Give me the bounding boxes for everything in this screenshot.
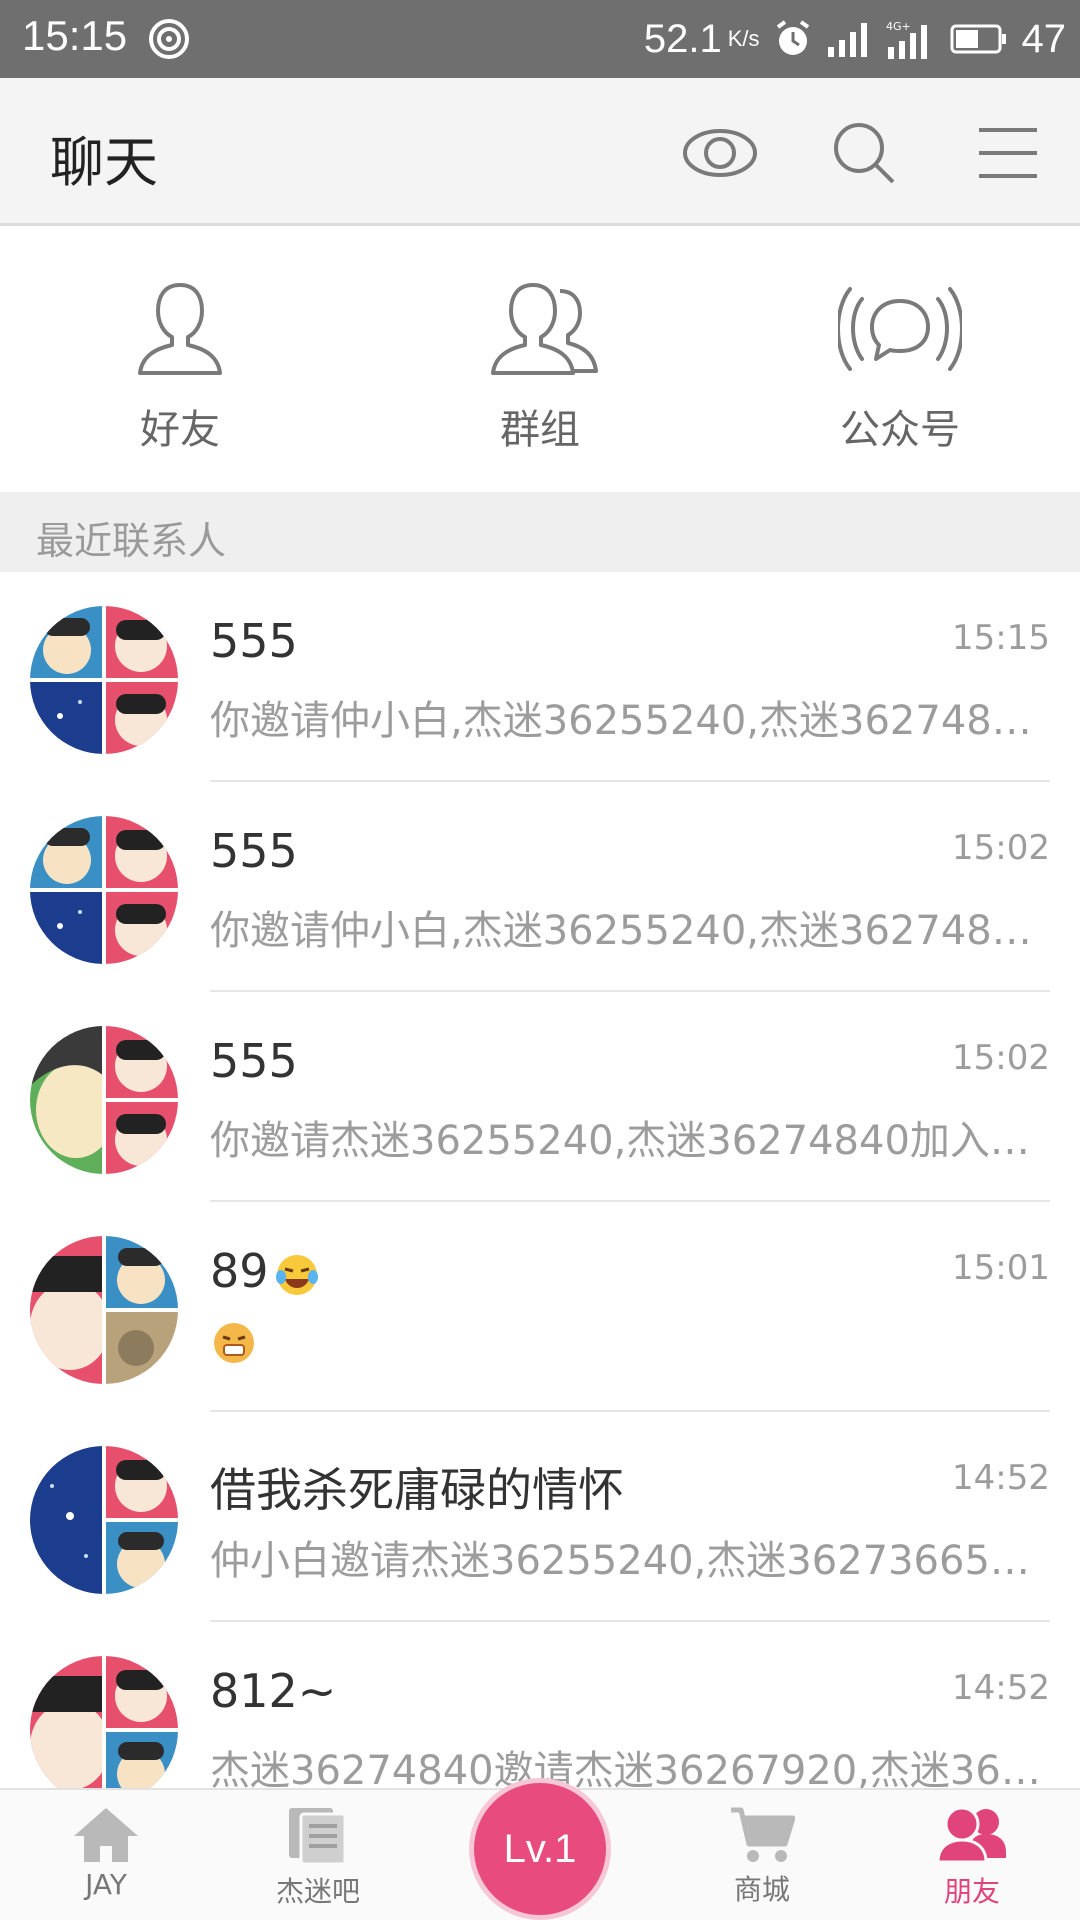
nav-jay[interactable]: JAY: [16, 1790, 196, 1920]
battery-level: 47: [1021, 16, 1067, 61]
quick-entries: 好友 群组 公众号: [0, 229, 1080, 491]
chat-name: 借我杀死庸碌的情怀: [210, 1463, 624, 1517]
chat-row[interactable]: 555 15:15 你邀请仲小白,杰迷36255240,杰迷36274840加入…: [0, 572, 1080, 782]
chat-time: 15:02: [952, 828, 1050, 868]
signal-icon: [827, 23, 867, 57]
chat-name: 555: [210, 614, 298, 668]
chat-name: 555: [210, 824, 298, 878]
group-avatar: [30, 1026, 178, 1174]
level-button[interactable]: Lv.1: [469, 1778, 611, 1920]
chat-row[interactable]: 812~ 14:52 杰迷36274840邀请杰迷36267920,杰迷3629…: [0, 1622, 1080, 1788]
level-label: Lv.1: [503, 1826, 577, 1871]
hotspot-icon: [149, 19, 189, 59]
network-speed: 52.1: [643, 16, 722, 61]
document-icon: [289, 1808, 347, 1866]
chat-row[interactable]: 借我杀死庸碌的情怀 14:52 仲小白邀请杰迷36255240,杰迷362736…: [0, 1412, 1080, 1622]
chat-preview: 仲小白邀请杰迷36255240,杰迷36273665加入了群聊: [210, 1538, 1050, 1584]
cart-icon: [731, 1807, 795, 1862]
recent-contacts-header: 最近联系人: [0, 492, 1080, 572]
chat-row[interactable]: 89 15:01: [0, 1202, 1080, 1412]
search-button[interactable]: [824, 118, 904, 188]
nav-friends[interactable]: 朋友: [882, 1790, 1062, 1920]
group-avatar: [30, 1236, 178, 1384]
nav-fans-bar-label: 杰迷吧: [275, 1875, 360, 1908]
chat-name: 555: [210, 1034, 298, 1088]
chat-preview: 你邀请杰迷36255240,杰迷36274840加入了群聊: [210, 1118, 1050, 1164]
page-title: 聊天: [50, 131, 158, 194]
chat-time: 14:52: [952, 1458, 1050, 1498]
crying-laughing-emoji: [275, 1254, 318, 1295]
chat-row[interactable]: 555 15:02 你邀请仲小白,杰迷36255240,杰迷36274840加入…: [0, 782, 1080, 992]
status-bar: 15:15 52.1 K/s 4G+ 47: [0, 0, 1080, 78]
nav-jay-label: JAY: [85, 1868, 127, 1901]
home-icon: [74, 1808, 138, 1862]
4g-signal-icon: 4G+: [886, 20, 927, 59]
official-accounts-entry[interactable]: 公众号: [800, 279, 1000, 455]
group-avatar: [30, 606, 178, 754]
battery-icon: [950, 24, 1006, 54]
search-icon: [834, 123, 895, 184]
friends-label: 好友: [140, 407, 220, 453]
group-avatar: [30, 1656, 178, 1788]
app-header: 聊天: [0, 78, 1080, 226]
nav-mall-label: 商城: [733, 1873, 790, 1906]
chat-time: 15:15: [952, 618, 1050, 658]
nav-fans-bar[interactable]: 杰迷吧: [228, 1790, 408, 1920]
nav-friends-label: 朋友: [943, 1875, 1000, 1908]
face-emoji: [214, 1323, 254, 1363]
chat-preview: 你邀请仲小白,杰迷36255240,杰迷36274840加入了群聊: [210, 698, 1050, 744]
friend-icon: [138, 283, 222, 375]
network-speed-unit: K/s: [727, 26, 760, 51]
chat-time: 15:02: [952, 1038, 1050, 1078]
group-avatar: [30, 1446, 178, 1594]
group-avatar: [30, 816, 178, 964]
chat-row[interactable]: 555 15:02 你邀请杰迷36255240,杰迷36274840加入了群聊: [0, 992, 1080, 1202]
menu-icon: [979, 128, 1037, 178]
eye-icon: [683, 129, 757, 177]
official-accounts-label: 公众号: [840, 407, 960, 453]
eye-button[interactable]: [680, 118, 760, 188]
chat-preview: 你邀请仲小白,杰迷36255240,杰迷36274840加入了群聊: [210, 908, 1050, 954]
chat-preview: 杰迷36274840邀请杰迷36267920,杰迷36290000加入了群聊: [210, 1748, 1050, 1788]
friends-entry[interactable]: 好友: [80, 279, 280, 455]
friends-icon: [936, 1806, 1006, 1864]
alarm-icon: [776, 20, 809, 55]
chat-name: 812~: [210, 1664, 337, 1718]
chat-time: 14:52: [952, 1668, 1050, 1708]
broadcast-icon: [838, 287, 962, 371]
menu-button[interactable]: [968, 118, 1048, 188]
chat-name-text: 89: [210, 1244, 269, 1298]
chat-preview: [210, 1318, 1050, 1367]
groups-label: 群组: [500, 407, 580, 453]
groups-entry[interactable]: 群组: [440, 279, 640, 455]
nav-mall[interactable]: 商城: [672, 1790, 852, 1920]
svg-text:4G+: 4G+: [886, 20, 911, 33]
group-icon: [491, 283, 598, 375]
chat-list[interactable]: 555 15:15 你邀请仲小白,杰迷36255240,杰迷36274840加入…: [0, 572, 1080, 1788]
chat-name: 89: [210, 1244, 321, 1299]
recent-contacts-label: 最近联系人: [36, 519, 227, 563]
chat-time: 15:01: [952, 1248, 1050, 1288]
status-time: 15:15: [22, 12, 128, 59]
